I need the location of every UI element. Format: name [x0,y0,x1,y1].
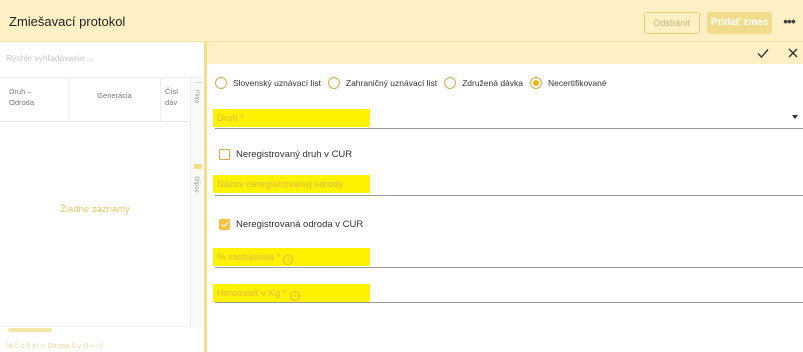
column-header-label: Čísl [165,87,178,96]
remove-button[interactable]: Odstrániť [644,12,700,34]
column-header-label: dáv [165,98,178,107]
share-input[interactable] [215,267,803,268]
checkbox-box-checked [219,218,230,230]
info-icon[interactable]: i [283,255,294,265]
radio-uncertified[interactable]: Necertifikované [530,77,607,89]
app-header: Zmiešavací protokol Odstrániť Pridať zme… [0,0,803,42]
radio-circle [327,77,340,89]
weight-label: Hmotnosť v Kg * [217,288,287,299]
divider [194,82,202,83]
column-header-generacia[interactable]: Generácia [68,78,160,122]
columns-tab[interactable]: Stĺpce [193,176,199,193]
column-header-label: Druh – [9,87,32,96]
scrollbar-thumb[interactable] [8,328,52,332]
radio-label: Necertifikované [548,78,607,88]
radio-circle [215,77,227,89]
column-header-cislo[interactable]: Čísl dáv [160,78,188,122]
radio-label: Združená dávka [462,78,524,88]
share-label: % zastúpenia * [217,252,281,263]
search-input[interactable] [6,53,186,63]
share-label-row: % zastúpenia * i [217,252,294,265]
variety-name-label: Názov neregistrovanej odrody [217,179,344,190]
radio-label: Zahraničný uznávací list [345,78,438,88]
radio-circle-selected [530,77,543,89]
grid-side-toolbar: Filtre Stĺpce [190,78,204,328]
druh-select[interactable] [215,128,803,129]
close-icon[interactable] [786,46,800,60]
filters-tab[interactable]: Filtre [193,90,199,103]
checkbox-label: Neregistrovaná odroda v CUR [236,218,364,230]
variety-name-input[interactable] [215,195,803,196]
weight-label-row: Hmotnosť v Kg * i [217,288,300,301]
page-title: Zmiešavací protokol [9,14,126,29]
column-header-druh[interactable]: Druh – Odroda [0,78,68,122]
divider [194,164,202,169]
add-mix-button[interactable]: Pridať zmes [707,12,772,34]
checkbox-label: Neregistrovaný druh v CUR [236,148,353,160]
radio-combined-batch[interactable]: Združená dávka [444,77,523,89]
quick-search [0,42,204,78]
chevron-down-icon[interactable] [792,115,798,119]
unregistered-species-checkbox[interactable]: Neregistrovaný druh v CUR [219,147,352,161]
grid-panel: Druh – Odroda Generácia Čísl dáv Filtre … [0,42,204,352]
radio-label: Slovenský uznávací list [233,78,321,88]
unregistered-variety-checkbox[interactable]: Neregistrovaná odroda v CUR [219,217,363,231]
weight-input[interactable] [215,302,803,303]
info-icon[interactable]: i [289,291,300,301]
column-header-label: Odroda [9,98,35,107]
checkbox-box [219,148,230,160]
certificate-type-radio-group: Slovenský uznávací list Zahraničný uznáv… [215,75,614,91]
form-panel: Slovenský uznávací list Zahraničný uznáv… [204,42,803,352]
pagination[interactable]: Id 0 z 0 |< < Strana 0 z 0 > >| [6,341,204,350]
druh-label: Druh * [217,113,244,124]
radio-circle [444,77,457,89]
radio-foreign-certificate[interactable]: Zahraničný uznávací list [327,77,438,89]
check-icon[interactable] [756,46,770,60]
radio-slovak-certificate[interactable]: Slovenský uznávací list [215,77,321,89]
form-toolbar [207,42,803,64]
more-icon[interactable]: ••• [781,12,797,32]
column-header-label: Generácia [97,91,132,100]
empty-state: Žiadne záznamy [60,204,130,215]
